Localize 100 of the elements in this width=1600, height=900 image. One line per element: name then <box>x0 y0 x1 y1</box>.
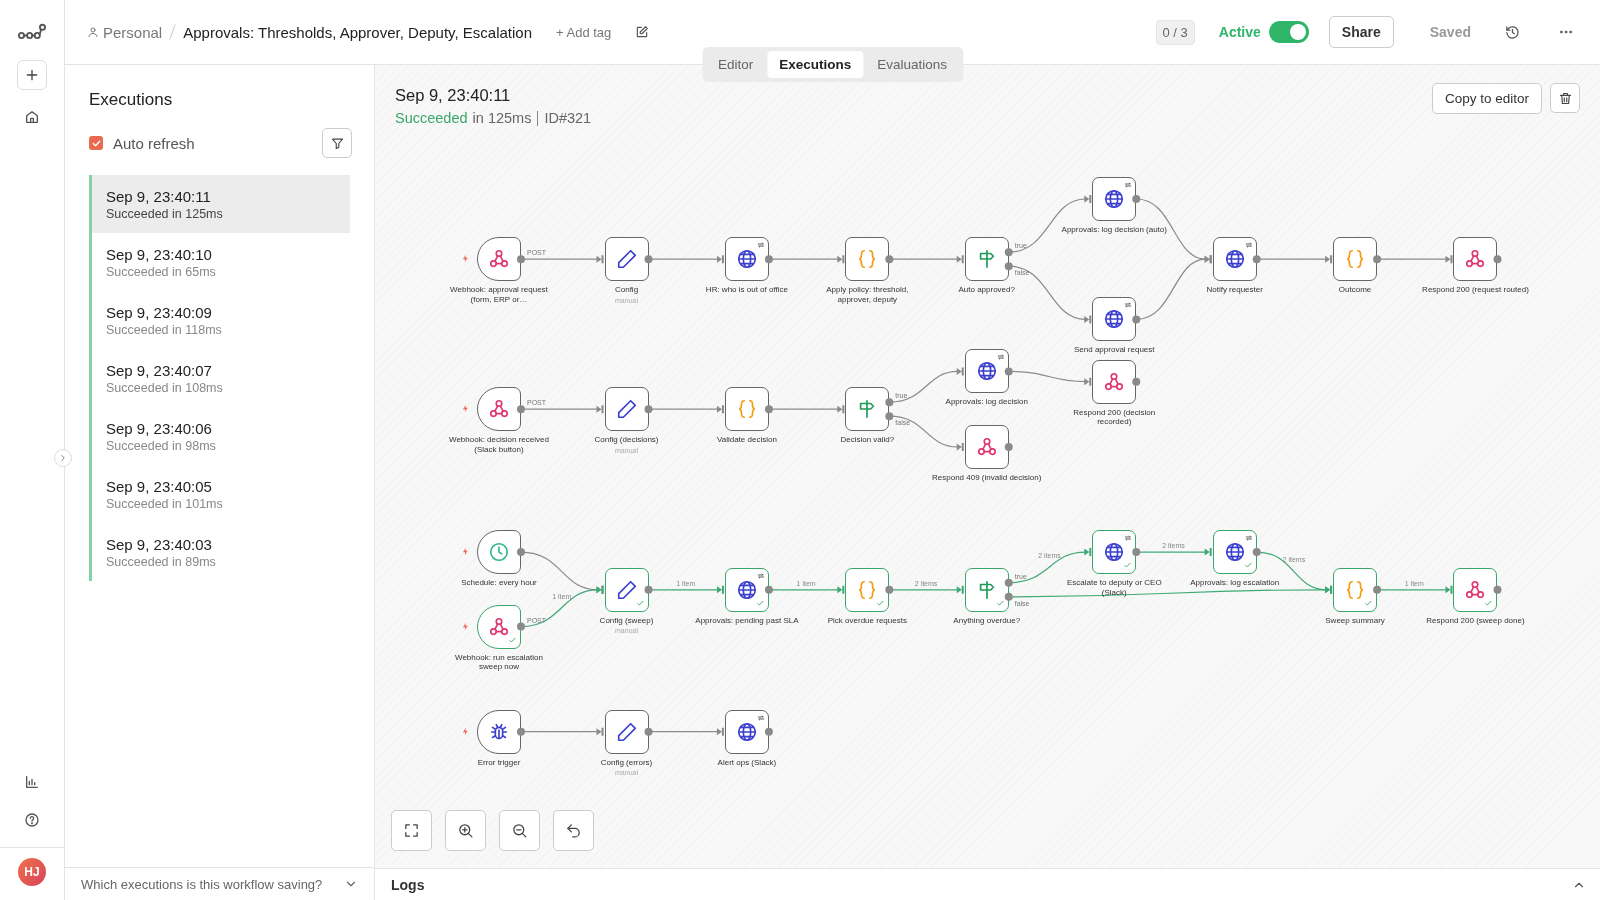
fit-view-button[interactable] <box>391 810 432 851</box>
output-handle[interactable] <box>644 255 653 264</box>
workflow-node[interactable] <box>1212 237 1257 282</box>
add-tag-button[interactable]: + Add tag <box>552 20 616 44</box>
workflow-node[interactable] <box>964 349 1009 394</box>
filter-button[interactable] <box>322 128 352 158</box>
execution-item[interactable]: Sep 9, 23:40:03 Succeeded in 89ms <box>89 523 350 581</box>
execution-item[interactable]: Sep 9, 23:40:05 Succeeded in 101ms <box>89 465 350 523</box>
delete-button[interactable] <box>1550 83 1580 113</box>
output-handle[interactable] <box>764 255 773 264</box>
add-button[interactable] <box>17 60 47 90</box>
output-handle[interactable] <box>517 255 525 264</box>
workflow-node[interactable] <box>724 709 769 754</box>
workflow-node[interactable] <box>1453 237 1498 282</box>
workflow-node[interactable] <box>604 567 649 612</box>
workflow-node[interactable] <box>1092 530 1137 575</box>
view-tab[interactable]: Executions <box>767 51 864 78</box>
output-handle[interactable] <box>1132 195 1141 203</box>
active-label: Active <box>1218 24 1261 40</box>
output-handle[interactable] <box>1004 367 1013 376</box>
output-handle[interactable] <box>517 405 525 414</box>
check-icon <box>1484 598 1494 608</box>
output-handle[interactable] <box>1373 585 1382 594</box>
workflow-node[interactable] <box>964 237 1009 282</box>
workflow-node[interactable] <box>1092 359 1137 404</box>
output-handle[interactable] <box>764 727 773 736</box>
saving-settings-link[interactable]: Which executions is this workflow saving? <box>81 876 323 892</box>
zoom-in-button[interactable] <box>445 810 486 851</box>
workflow-node[interactable] <box>964 567 1009 612</box>
edit-icon <box>635 25 650 39</box>
execution-item[interactable]: Sep 9, 23:40:07 Succeeded in 108ms <box>89 349 350 407</box>
trigger-bolt-icon <box>460 254 470 264</box>
output-handle[interactable] <box>517 548 525 557</box>
workflow-node[interactable] <box>604 387 649 432</box>
logs-title[interactable]: Logs <box>391 876 425 893</box>
clock-icon <box>487 541 510 564</box>
workflow-node[interactable] <box>845 567 890 612</box>
undo-icon <box>565 822 582 839</box>
output-handle[interactable] <box>1493 255 1502 264</box>
node-label: Approvals: log escalation <box>1190 578 1280 588</box>
workflow-node[interactable] <box>724 387 769 432</box>
execution-item[interactable]: Sep 9, 23:40:10 Succeeded in 65ms <box>89 233 350 291</box>
execution-item[interactable]: Sep 9, 23:40:06 Succeeded in 98ms <box>89 407 350 465</box>
checkbox[interactable] <box>89 136 103 150</box>
workflow-node[interactable] <box>476 237 521 282</box>
workflow-node[interactable] <box>845 387 890 432</box>
active-toggle[interactable] <box>1268 21 1309 43</box>
workflow-node[interactable] <box>724 567 769 612</box>
breadcrumb-link[interactable]: Personal <box>103 23 163 41</box>
output-handle[interactable] <box>885 255 894 264</box>
output-handle[interactable] <box>1373 255 1382 264</box>
workflow-node[interactable] <box>1212 530 1257 575</box>
output-handle[interactable] <box>644 585 653 594</box>
node-label: Notify requester <box>1206 285 1263 295</box>
output-handle[interactable] <box>1132 548 1141 557</box>
workflow-node[interactable] <box>476 387 521 432</box>
node-label: Auto approved? <box>958 285 1015 295</box>
output-handle[interactable] <box>1132 377 1141 386</box>
node-label: Webhook: decision received (Slack button) <box>448 435 550 455</box>
output-handle[interactable] <box>1252 255 1261 264</box>
retry-icon <box>1124 180 1133 189</box>
output-handle[interactable] <box>1004 442 1013 451</box>
output-handle[interactable] <box>644 727 653 736</box>
workflow-node[interactable] <box>476 604 521 649</box>
check-icon <box>876 598 886 608</box>
view-tab[interactable]: Editor <box>705 51 766 78</box>
view-tab[interactable]: Evaluations <box>865 51 960 78</box>
output-handle[interactable] <box>1252 548 1261 557</box>
execution-item[interactable]: Sep 9, 23:40:09 Succeeded in 118ms <box>89 291 350 349</box>
trigger-bolt-icon <box>460 726 470 736</box>
zoom-out-button[interactable] <box>499 810 540 851</box>
workflow-node[interactable] <box>604 237 649 282</box>
workflow-node[interactable] <box>1092 176 1137 221</box>
execution-item[interactable]: Sep 9, 23:40:11 Succeeded in 125ms <box>89 175 350 233</box>
share-button[interactable]: Share <box>1328 16 1394 48</box>
copy-to-editor-button[interactable]: Copy to editor <box>1431 83 1542 114</box>
output-handle[interactable] <box>764 405 773 414</box>
workflow-node[interactable] <box>1333 567 1378 612</box>
workflow-title[interactable]: Approvals: Thresholds, Approver, Deputy, Escalation <box>183 23 532 41</box>
node-label: Approvals: log decision (auto) <box>1061 224 1167 235</box>
workflow-node[interactable] <box>845 237 890 282</box>
workflow-node[interactable] <box>964 424 1009 469</box>
output-handle[interactable] <box>885 585 894 594</box>
workflow-node[interactable] <box>724 237 769 282</box>
undo-button[interactable] <box>553 810 594 851</box>
workflow-node[interactable] <box>604 709 649 754</box>
workflow-node[interactable] <box>1453 567 1498 612</box>
output-handle[interactable] <box>517 727 525 736</box>
output-handle[interactable] <box>764 585 773 594</box>
workflow-node[interactable] <box>1333 237 1378 282</box>
workflow-node[interactable] <box>1092 297 1137 342</box>
check-icon <box>507 635 517 645</box>
workflow-node[interactable] <box>476 709 521 754</box>
output-handle[interactable] <box>1493 585 1502 594</box>
user-avatar[interactable]: HJ <box>18 858 46 886</box>
checkbox-label: Auto refresh <box>113 134 195 152</box>
output-handle[interactable] <box>1132 315 1141 324</box>
output-handle[interactable] <box>644 405 653 414</box>
output-handle[interactable] <box>517 622 525 631</box>
workflow-node[interactable] <box>476 530 521 575</box>
